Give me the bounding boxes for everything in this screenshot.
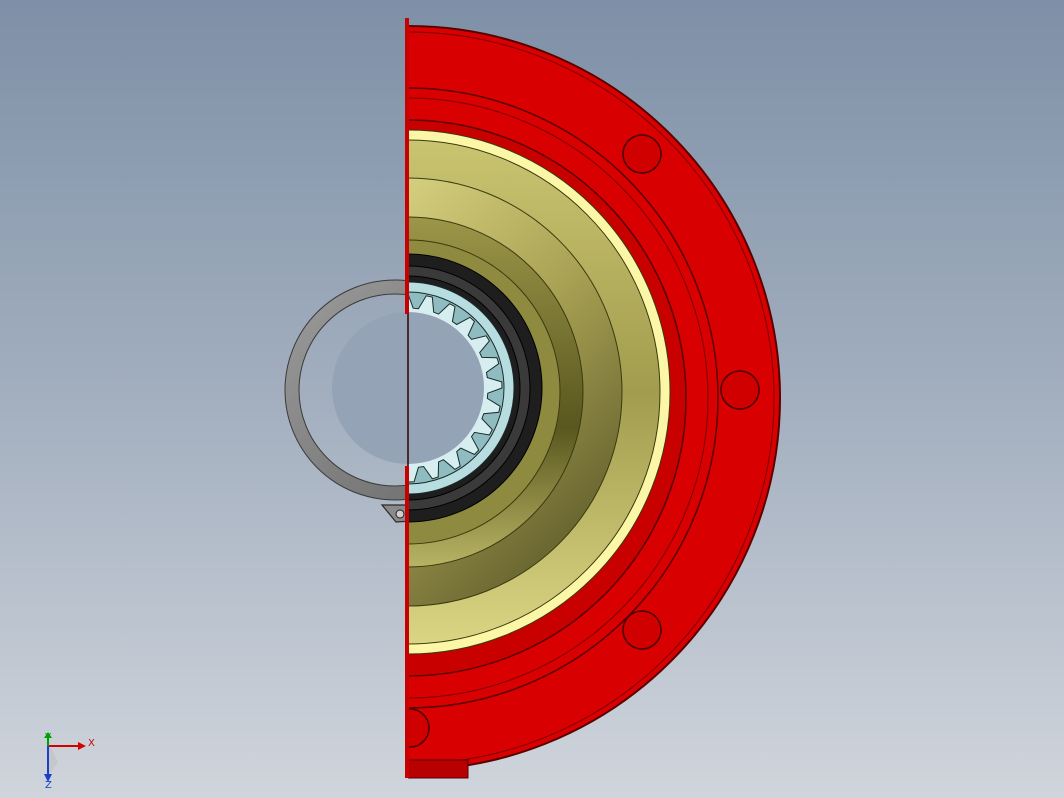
- x-arrow-icon: [78, 742, 86, 750]
- section-edge-top: [405, 18, 409, 314]
- bolt-hole-top: [622, 134, 662, 174]
- z-axis-label: Z: [45, 780, 52, 788]
- reference-triad: X Y Z: [44, 732, 95, 788]
- bolt-hole-bottom: [622, 610, 662, 650]
- x-axis-label: X: [88, 738, 95, 749]
- bolt-hole-lower: [408, 708, 430, 748]
- cad-viewport[interactable]: [0, 0, 1064, 798]
- bolt-hole-right: [720, 370, 760, 410]
- section-edge-bottom: [405, 466, 409, 778]
- y-axis-label: Y: [44, 732, 52, 743]
- snap-ring-hole-left: [395, 509, 405, 519]
- triad-plane: [48, 742, 58, 776]
